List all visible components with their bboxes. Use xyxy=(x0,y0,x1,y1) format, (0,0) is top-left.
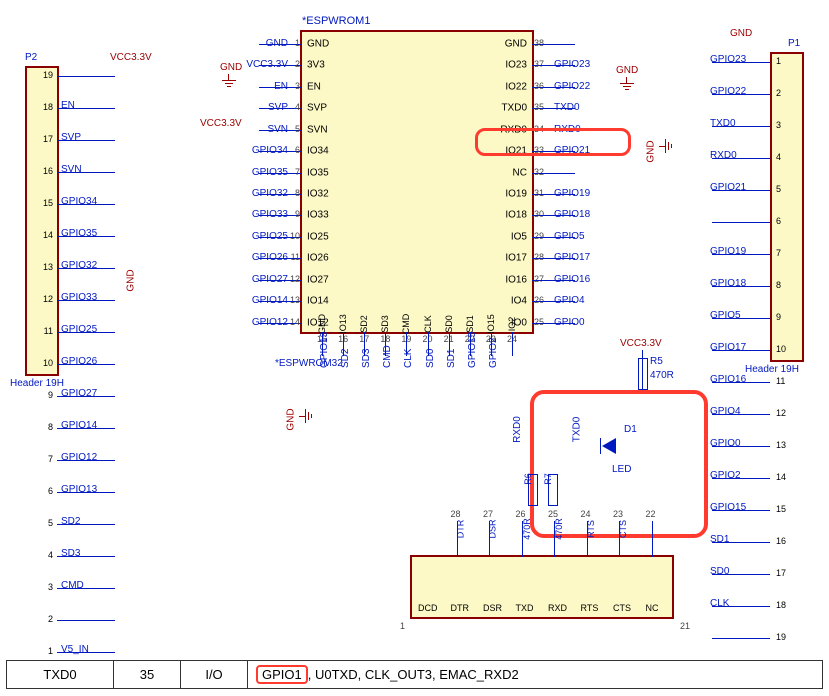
chip-bot-net: SD0 xyxy=(425,349,436,368)
txd0-pin-highlight xyxy=(475,128,631,156)
chip-ref: *ESPWROM1 xyxy=(302,15,370,27)
cell-dir: I/O xyxy=(181,661,248,689)
p2-gnd-label: GND xyxy=(126,269,137,291)
chip-bot-net: SD3 xyxy=(361,349,372,368)
r5-resistor xyxy=(638,358,648,390)
gpio1-highlight: GPIO1 xyxy=(256,665,308,684)
led-label: LED xyxy=(612,464,631,475)
rxd0-net: RXD0 xyxy=(512,416,523,443)
chip-vcc-label: VCC3.3V xyxy=(200,118,242,129)
chip-bot-net: CMD xyxy=(382,345,393,368)
gnd-icon xyxy=(299,409,311,423)
led-vcc-label: VCC3.3V xyxy=(620,338,662,349)
table-row: TXD0 35 I/O GPIO1, U0TXD, CLK_OUT3, EMAC… xyxy=(7,661,823,689)
r7-resistor xyxy=(548,474,558,506)
p1-ref: P1 xyxy=(788,38,800,49)
header-p1: 1 GPIO23 2 GPIO22 3 TXD0 4 RXD0 5 GPIO21… xyxy=(770,52,804,362)
chip-bottom-ref: *ESPWROM32 xyxy=(275,358,343,369)
d1-ref: D1 xyxy=(624,424,637,435)
chip-bot-net: GPIO2 xyxy=(488,337,499,368)
cell-pin: 35 xyxy=(114,661,181,689)
chip-bottom-gnd-label: GND xyxy=(286,408,297,430)
cell-functions: GPIO1, U0TXD, CLK_OUT3, EMAC_RXD2 xyxy=(248,661,823,689)
r5-ref: R5 xyxy=(650,356,663,367)
r5-val: 470R xyxy=(650,370,674,381)
gnd-near-txd0: GND xyxy=(646,140,657,162)
conn-pin1: 1 xyxy=(400,621,405,631)
p2-vcc-label: VCC3.3V xyxy=(110,52,152,63)
chip-gnd1-label: GND xyxy=(220,62,242,73)
header-p2: 19 18 EN 17 SVP 16 SVN 15 GPIO34 xyxy=(25,66,59,376)
serial-connector: 1 21 DCD DTR DTR DSR DSR 470R TXD 470R R… xyxy=(410,555,674,619)
led-icon xyxy=(602,438,616,454)
esp32-chip: *ESPWROM1 GND 1GND 3V3 2VCC3.3V EN 3EN S… xyxy=(300,30,534,334)
pin-function-table: TXD0 35 I/O GPIO1, U0TXD, CLK_OUT3, EMAC… xyxy=(6,660,823,689)
schematic-canvas: { "chip": { "ref": "*ESPWROM1", "bottom_… xyxy=(0,0,829,696)
p1-gnd-label: GND xyxy=(730,28,752,39)
txd0-net: TXD0 xyxy=(571,417,582,443)
gnd-icon xyxy=(659,139,671,153)
chip-bot-net: SD1 xyxy=(446,349,457,368)
conn-pin21: 21 xyxy=(680,621,690,631)
p2-label: Header 19H xyxy=(10,378,64,389)
r6-resistor xyxy=(528,474,538,506)
chip-gnd-right-label: GND xyxy=(616,65,638,76)
chip-bot-net: CLK xyxy=(403,349,414,368)
p1-label: Header 19H xyxy=(745,364,799,375)
gnd-icon xyxy=(222,74,236,86)
chip-bot-net: GPIO15 xyxy=(467,332,478,368)
gnd-icon xyxy=(620,77,634,89)
cell-name: TXD0 xyxy=(7,661,114,689)
p2-ref: P2 xyxy=(25,52,37,63)
